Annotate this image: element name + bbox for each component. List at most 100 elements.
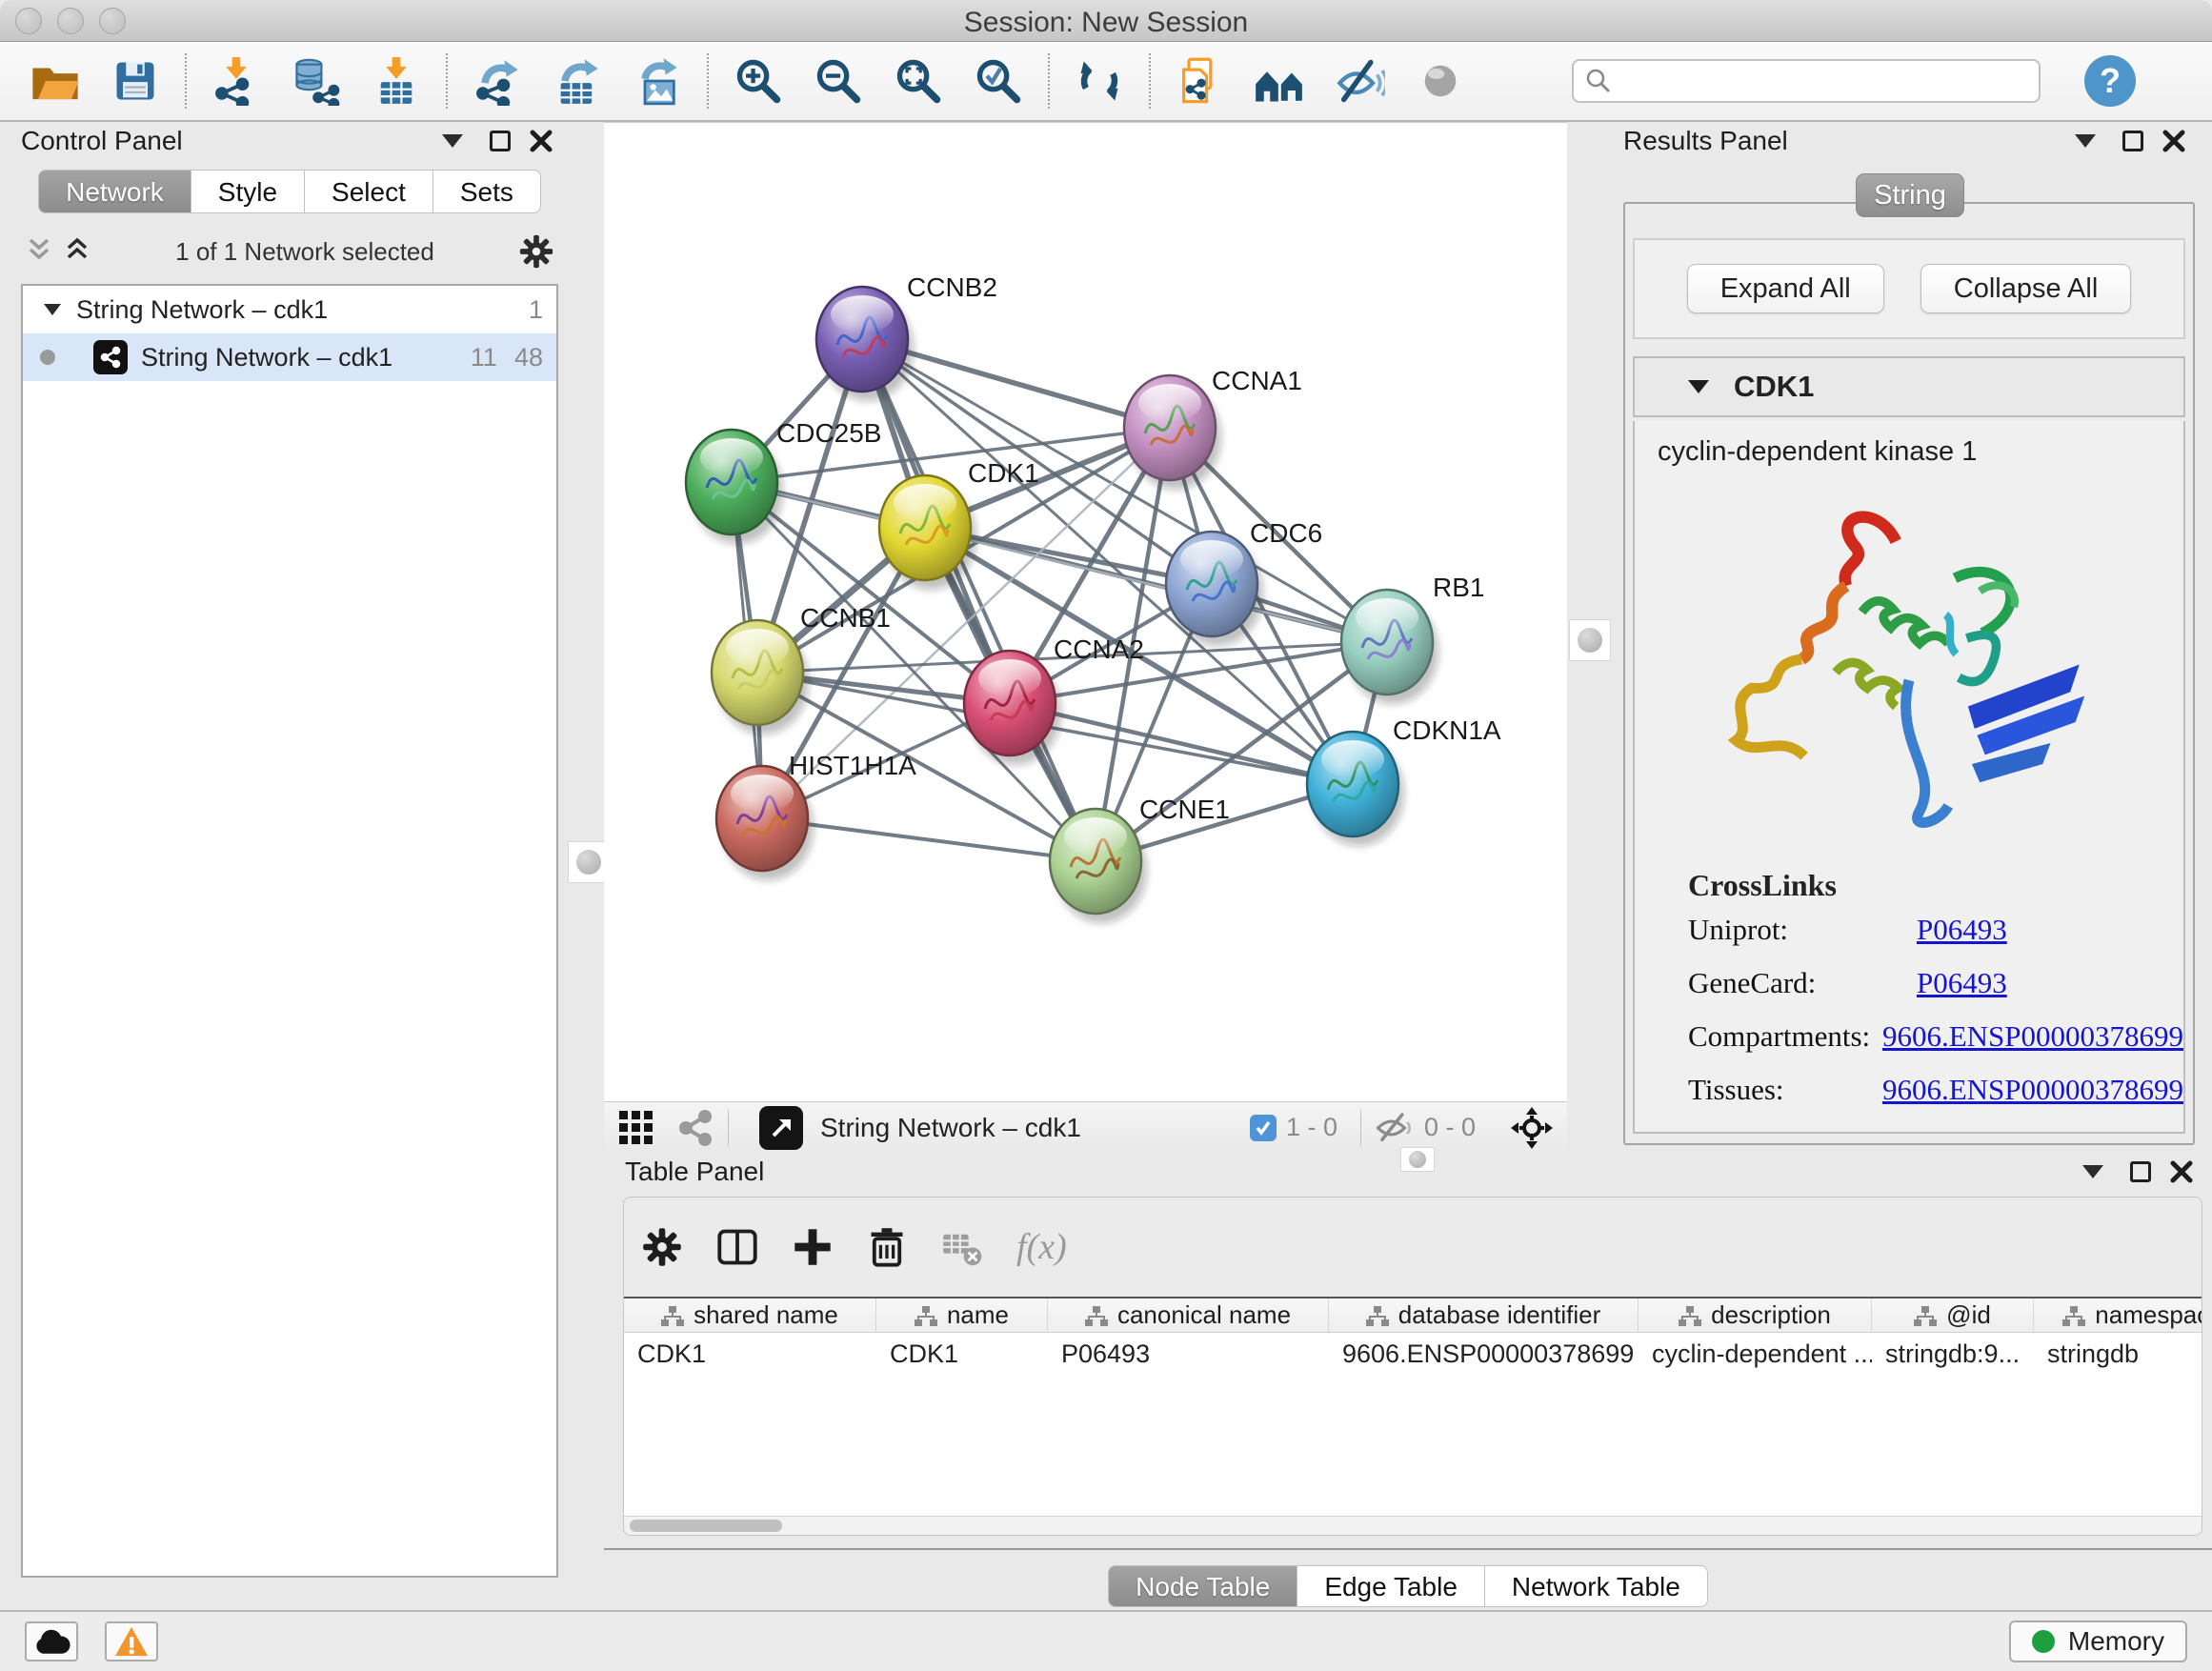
scrollbar-thumb[interactable] <box>630 1520 782 1532</box>
crosslink-link[interactable]: P06493 <box>1917 913 2007 947</box>
tab-edge-table[interactable]: Edge Table <box>1297 1565 1485 1607</box>
close-panel-icon[interactable] <box>2170 1160 2193 1183</box>
panel-menu-icon[interactable] <box>2082 1165 2103 1178</box>
export-table-button[interactable] <box>549 52 606 110</box>
column-header-database-identifier[interactable]: database identifier <box>1329 1299 1639 1332</box>
crosslink-link[interactable]: P06493 <box>1917 1126 2007 1134</box>
cell[interactable]: stringdb:9... <box>1872 1339 2034 1369</box>
grid-view-icon[interactable] <box>617 1109 655 1147</box>
node-CCNA2[interactable] <box>964 651 1061 765</box>
show-columns-icon[interactable] <box>715 1226 759 1268</box>
left-splitter[interactable] <box>572 122 604 1153</box>
splitter-handle[interactable] <box>1569 619 1611 661</box>
network-canvas[interactable]: CCNB2CCNA1CDC25BCDK1CDC6RB1CCNB1CCNA2CDK… <box>604 123 1567 1101</box>
network-collection-row[interactable]: String Network – cdk1 1 <box>23 286 556 333</box>
copy-document-icon <box>1176 56 1225 106</box>
memory-button[interactable]: Memory <box>2009 1621 2187 1662</box>
hide-unhide-button[interactable] <box>1332 52 1389 110</box>
import-network-database-button[interactable] <box>288 52 345 110</box>
edge[interactable] <box>1010 703 1353 784</box>
cell[interactable]: CDK1 <box>624 1339 876 1369</box>
column-header-namespace[interactable]: namespace <box>2034 1299 2202 1332</box>
cloud-status-button[interactable] <box>25 1621 78 1661</box>
table-settings-gear-icon[interactable] <box>641 1226 683 1268</box>
delete-column-icon[interactable] <box>866 1226 908 1268</box>
gear-icon[interactable] <box>518 233 554 270</box>
section-expand-icon[interactable] <box>1688 380 1709 393</box>
crosslink-link[interactable]: 9606.ENSP00000378699 <box>1882 1019 2183 1054</box>
cell[interactable]: P06493 <box>1048 1339 1329 1369</box>
table-row[interactable]: CDK1CDK1P064939606.ENSP00000378699cyclin… <box>624 1333 2202 1375</box>
node-CDKN1A[interactable] <box>1307 732 1404 846</box>
edge[interactable] <box>862 339 1096 861</box>
float-panel-icon[interactable] <box>2130 1161 2151 1182</box>
network-row[interactable]: String Network – cdk1 11 48 <box>23 333 556 381</box>
node-CDK1[interactable] <box>879 475 976 590</box>
collapse-all-button[interactable]: Collapse All <box>1920 264 2132 313</box>
show-hidden-button[interactable] <box>1412 52 1469 110</box>
warnings-button[interactable] <box>105 1621 158 1661</box>
tab-node-table[interactable]: Node Table <box>1108 1565 1297 1607</box>
close-panel-icon[interactable] <box>2162 130 2185 152</box>
detach-view-button[interactable] <box>759 1106 803 1150</box>
tab-network[interactable]: Network <box>38 170 191 213</box>
right-splitter[interactable] <box>1567 122 1610 1153</box>
float-panel-icon[interactable] <box>2122 131 2143 151</box>
crosslink-link[interactable]: 9606.ENSP00000378699 <box>1882 1073 2183 1107</box>
add-column-icon[interactable] <box>792 1226 834 1268</box>
table-horizontal-scrollbar[interactable] <box>624 1516 2202 1535</box>
tab-string[interactable]: String <box>1856 173 1964 217</box>
node-CCNA1[interactable] <box>1124 375 1221 490</box>
column-header--id[interactable]: @id <box>1872 1299 2034 1332</box>
tab-network-table[interactable]: Network Table <box>1485 1565 1708 1607</box>
help-button[interactable]: ? <box>2084 55 2136 107</box>
cell[interactable]: cyclin-dependent ... <box>1639 1339 1872 1369</box>
column-header-name[interactable]: name <box>876 1299 1048 1332</box>
network-graph[interactable]: CCNB2CCNA1CDC25BCDK1CDC6RB1CCNB1CCNA2CDK… <box>604 123 1567 1101</box>
export-image-button[interactable] <box>629 52 686 110</box>
expand-all-button[interactable]: Expand All <box>1687 264 1884 313</box>
float-panel-icon[interactable] <box>490 131 511 151</box>
node-RB1[interactable] <box>1341 590 1438 704</box>
delete-table-icon[interactable] <box>940 1226 984 1268</box>
collection-name: String Network – cdk1 <box>76 295 328 325</box>
splitter-handle[interactable] <box>1400 1147 1435 1172</box>
node-CCNB2[interactable] <box>816 287 914 401</box>
cell[interactable]: CDK1 <box>876 1339 1048 1369</box>
column-header-shared-name[interactable]: shared name <box>624 1299 876 1332</box>
share-view-icon[interactable] <box>676 1109 714 1147</box>
open-session-button[interactable] <box>27 52 84 110</box>
zoom-selected-button[interactable] <box>970 52 1027 110</box>
column-header-description[interactable]: description <box>1639 1299 1872 1332</box>
node-CCNE1[interactable] <box>1050 809 1147 923</box>
zoom-fit-button[interactable] <box>890 52 947 110</box>
function-builder-button[interactable]: f(x) <box>1016 1226 1067 1268</box>
show-all-networks-button[interactable] <box>1252 52 1309 110</box>
tab-sets[interactable]: Sets <box>433 170 541 213</box>
tab-style[interactable]: Style <box>191 170 305 213</box>
close-panel-icon[interactable] <box>530 130 553 152</box>
selected-checkbox-icon[interactable] <box>1250 1115 1277 1141</box>
zoom-in-button[interactable] <box>730 52 787 110</box>
import-table-file-button[interactable] <box>368 52 425 110</box>
protein-section-header[interactable]: CDK1 <box>1633 356 2185 417</box>
expand-all-icon[interactable] <box>63 236 91 267</box>
panel-menu-icon[interactable] <box>2075 134 2096 148</box>
copy-network-button[interactable] <box>1172 52 1229 110</box>
birds-eye-icon[interactable] <box>1510 1106 1554 1150</box>
crosslink-link[interactable]: P06493 <box>1917 966 2007 1000</box>
panel-menu-icon[interactable] <box>442 134 463 148</box>
export-network-button[interactable] <box>469 52 526 110</box>
save-session-button[interactable] <box>107 52 164 110</box>
import-network-file-button[interactable] <box>208 52 265 110</box>
search-input[interactable] <box>1612 66 2027 97</box>
cell[interactable]: stringdb <box>2034 1339 2202 1369</box>
apply-layout-button[interactable] <box>1071 52 1128 110</box>
node-CDC25B[interactable] <box>686 430 783 544</box>
column-header-canonical-name[interactable]: canonical name <box>1048 1299 1329 1332</box>
cell[interactable]: 9606.ENSP00000378699 <box>1329 1339 1639 1369</box>
zoom-out-button[interactable] <box>810 52 867 110</box>
tab-select[interactable]: Select <box>305 170 433 213</box>
collapse-all-icon[interactable] <box>25 236 53 267</box>
tree-expand-icon[interactable] <box>44 304 61 315</box>
